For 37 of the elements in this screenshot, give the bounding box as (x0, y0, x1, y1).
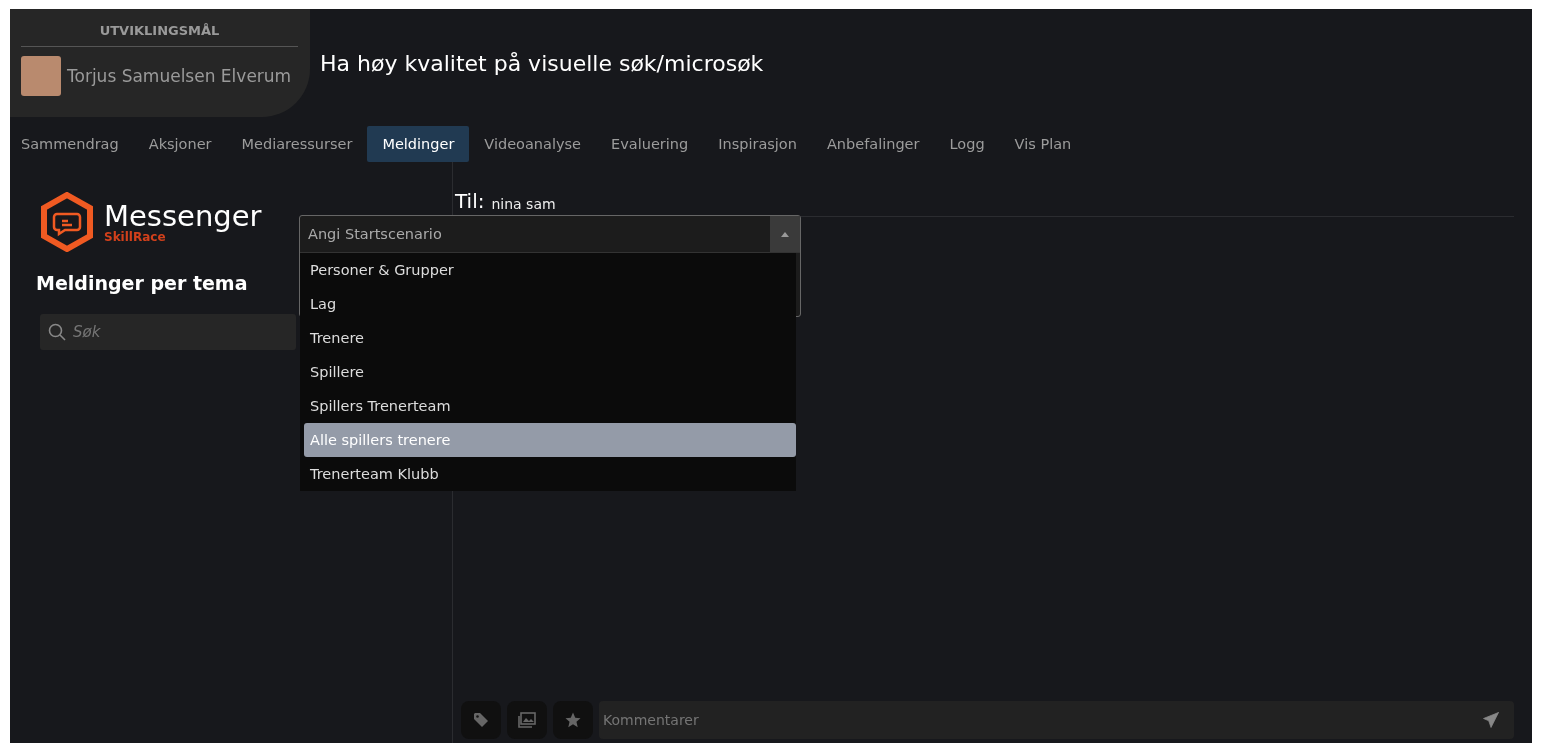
tab[interactable]: Mediaressurser (226, 126, 368, 162)
tab[interactable]: Sammendrag (10, 126, 134, 162)
search-field[interactable]: Søk (40, 314, 296, 350)
dropdown-option[interactable]: Lag (304, 287, 796, 321)
star-icon (564, 711, 582, 729)
tag-button[interactable] (461, 701, 501, 739)
section-label: UTVIKLINGSMÅL (21, 23, 298, 47)
tab[interactable]: Meldinger (367, 126, 470, 162)
page-title: Ha høy kvalitet på visuelle søk/microsøk (320, 50, 764, 76)
search-icon (48, 323, 66, 341)
recipient-value: nina sam (491, 196, 556, 212)
dropdown-option[interactable]: Trenere (304, 321, 796, 355)
logo-title: Messenger (104, 201, 262, 231)
dropdown-option[interactable]: Spillere (304, 355, 796, 389)
tab[interactable]: Vis Plan (999, 126, 1087, 162)
dropdown-option[interactable]: Trenerteam Klubb (304, 457, 796, 491)
tab[interactable]: Videoanalyse (469, 126, 597, 162)
send-icon[interactable] (1482, 711, 1500, 729)
tab[interactable]: Logg (934, 126, 1000, 162)
comment-field[interactable]: Kommentarer (599, 701, 1514, 739)
user-name: Torjus Samuelsen Elverum (67, 66, 292, 86)
star-button[interactable] (553, 701, 593, 739)
recipient-label: Til: (454, 190, 485, 212)
tab[interactable]: Aksjoner (133, 126, 227, 162)
tab[interactable]: Anbefalinger (811, 126, 935, 162)
tab[interactable]: Inspirasjon (703, 126, 812, 162)
tag-icon (473, 712, 489, 728)
image-button[interactable] (507, 701, 547, 739)
images-icon (518, 712, 536, 728)
section-heading: Meldinger per tema (36, 272, 249, 294)
tab[interactable]: Evaluering (596, 126, 704, 162)
select-placeholder: Angi Startscenario (308, 226, 442, 242)
dropdown-option[interactable]: Spillers Trenerteam (304, 389, 796, 423)
dropdown-option[interactable]: Personer & Grupper (304, 253, 796, 287)
logo-subtitle: SkillRace (104, 231, 166, 243)
chat-hexagon-logo-icon (40, 192, 94, 252)
avatar-photo-placeholder (21, 56, 61, 96)
